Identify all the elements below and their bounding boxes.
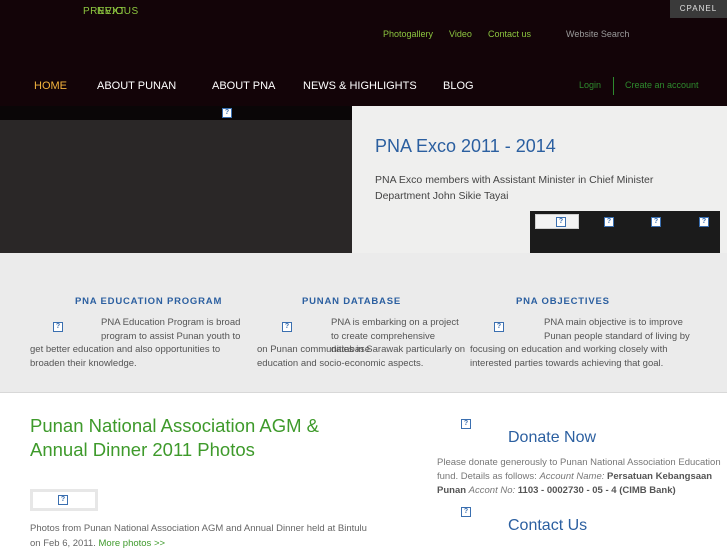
slide-image-icon: ? [222, 108, 232, 118]
next-link[interactable]: NEXT [97, 6, 126, 17]
slide-caption-title: PNA Exco 2011 - 2014 [375, 136, 556, 156]
slide-thumb-4[interactable] [676, 214, 720, 229]
pillar-image-icon: ? [494, 322, 504, 332]
donate-title: Donate Now [508, 429, 597, 446]
pillar-title-education[interactable]: PNA EDUCATION PROGRAM [75, 296, 222, 307]
nav-item-about-punan[interactable]: ABOUT PUNAN [97, 80, 176, 92]
nav-item-blog[interactable]: BLOG [443, 80, 474, 92]
pillar-title-objectives[interactable]: PNA OBJECTIVES [516, 296, 610, 307]
thumb-image-icon: ? [556, 217, 566, 227]
pillar-text-education-rest: get better education and also opportunit… [30, 344, 221, 369]
donate-image-icon: ? [461, 419, 471, 429]
donate-text: Please donate generously to Punan Nation… [437, 456, 727, 498]
account-no: 1103 - 0002730 - 05 - 4 (CIMB Bank) [517, 485, 676, 496]
create-account-link[interactable]: Create an account [625, 80, 699, 90]
pillar-text-objectives-rest: focusing on education and working closel… [470, 344, 668, 369]
pillar-text-education: PNA Education Program is broad program t… [101, 317, 241, 342]
article-body: Photos from Punan National Association A… [30, 523, 367, 549]
pillar-image-icon: ? [53, 322, 63, 332]
top-link-video[interactable]: Video [449, 29, 472, 39]
account-divider [613, 77, 614, 95]
contact-image-icon: ? [461, 507, 471, 517]
login-link[interactable]: Login [579, 80, 601, 90]
top-link-photogallery[interactable]: Photogallery [383, 29, 433, 39]
pillar-title-database[interactable]: PUNAN DATABASE [302, 296, 401, 307]
article-title[interactable]: Punan National Association AGM & Annual … [30, 414, 350, 462]
pillar-text-database-rest: on Punan communities in Sarawak particul… [257, 344, 466, 369]
nav-item-home[interactable]: HOME [34, 80, 67, 92]
article-text: Photos from Punan National Association A… [30, 521, 380, 551]
thumb-image-icon: ? [699, 217, 709, 227]
pillar-text-objectives: PNA main objective is to improve Punan p… [544, 317, 690, 342]
slide-caption-desc: PNA Exco members with Assistant Minister… [375, 174, 654, 202]
search-input[interactable]: Website Search [566, 29, 629, 39]
account-no-label: Accont No: [468, 485, 516, 496]
article-image-icon: ? [58, 495, 68, 505]
thumb-image-icon: ? [604, 217, 614, 227]
cpanel-button[interactable]: CPANEL [670, 0, 727, 18]
thumb-image-icon: ? [651, 217, 661, 227]
more-photos-link[interactable]: More photos >> [99, 538, 166, 549]
nav-item-news-highlights[interactable]: NEWS & HIGHLIGHTS [303, 80, 417, 92]
contact-title: Contact Us [508, 517, 588, 534]
top-link-contact-us[interactable]: Contact us [488, 29, 531, 39]
nav-item-about-pna[interactable]: ABOUT PNA [212, 80, 275, 92]
pillar-image-icon: ? [282, 322, 292, 332]
account-name-label: Account Name: [539, 471, 605, 482]
